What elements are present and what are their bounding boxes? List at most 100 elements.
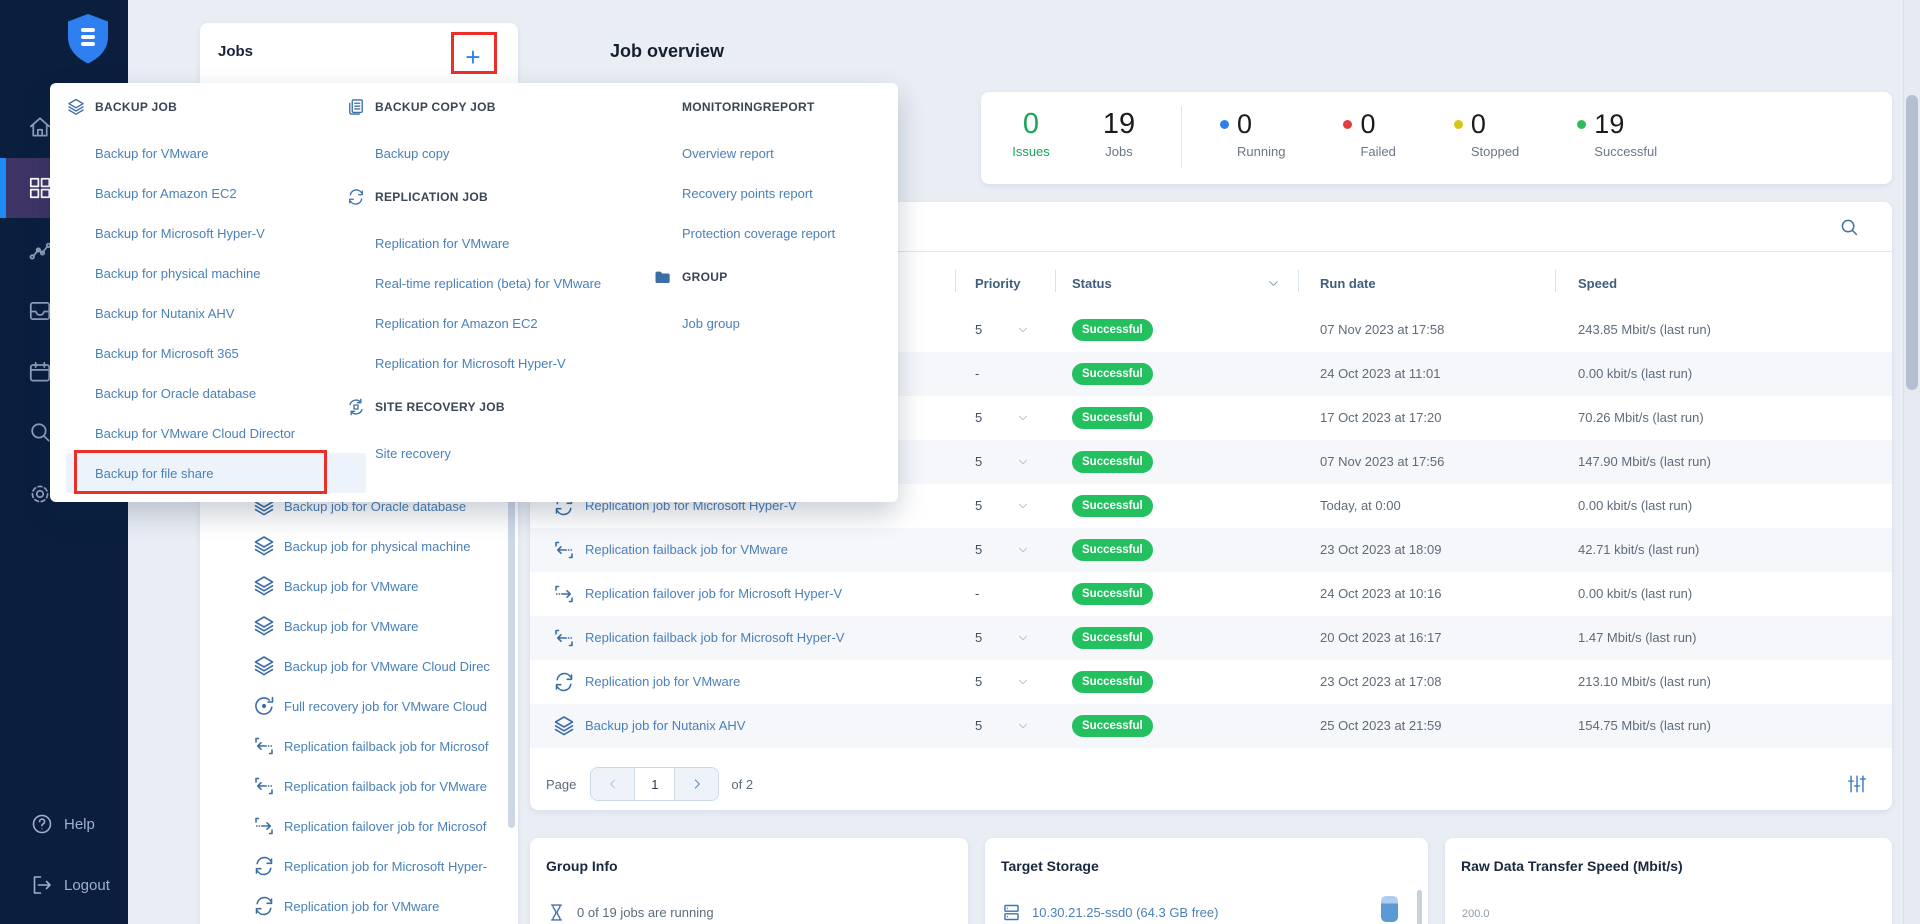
column-header-speed[interactable]: Speed <box>1578 276 1617 291</box>
menu-item-backup-for-microsoft-hyper-v[interactable]: Backup for Microsoft Hyper-V <box>66 213 366 253</box>
job-name-link[interactable]: Replication job for VMware <box>284 899 504 914</box>
table-row[interactable]: Backup job for Nutanix AHV5Successful25 … <box>530 704 1892 748</box>
column-header-status[interactable]: Status <box>1072 276 1112 291</box>
search-icon[interactable] <box>1838 216 1860 238</box>
job-name-link[interactable]: Backup job for VMware <box>284 619 504 634</box>
job-name-link[interactable]: Backup job for VMware Cloud Direc <box>284 659 504 674</box>
job-name-link[interactable]: Replication failback job for VMware <box>284 779 504 794</box>
table-row[interactable]: Replication failback job for VMware5Succ… <box>530 528 1892 572</box>
table-row[interactable]: Replication failback job for Microsoft H… <box>530 616 1892 660</box>
priority-chevron-down-icon[interactable] <box>1016 455 1030 469</box>
stat-value: 0 <box>1360 106 1375 142</box>
priority-chevron-down-icon[interactable] <box>1016 631 1030 645</box>
speed-value: 147.90 Mbit/s (last run) <box>1578 454 1711 469</box>
job-summary-card: 0 Issues 19 Jobs 0Running0Failed0Stopped… <box>981 92 1892 184</box>
jobs-panel-item[interactable]: Replication job for VMware <box>200 886 518 924</box>
priority-chevron-down-icon[interactable] <box>1016 411 1030 425</box>
table-row[interactable]: Replication job for VMware5Successful23 … <box>530 660 1892 704</box>
menu-item-replication-for-vmware[interactable]: Replication for VMware <box>346 223 636 263</box>
jobs-panel-item[interactable]: Backup job for physical machine <box>200 526 518 566</box>
priority-value: 5 <box>975 410 982 425</box>
job-name-link[interactable]: Replication failback job for Microsoft H… <box>585 630 844 645</box>
jobs-panel-item[interactable]: Full recovery job for VMware Cloud <box>200 686 518 726</box>
page-label: Page <box>546 777 576 792</box>
stat-label: Successful <box>1594 144 1657 159</box>
status-filter-chevron-down-icon[interactable] <box>1266 276 1281 291</box>
job-name-link[interactable]: Replication job for VMware <box>585 674 740 689</box>
job-name-link[interactable]: Replication failback job for VMware <box>585 542 788 557</box>
storage-capacity-gauge <box>1381 896 1398 922</box>
menu-section-label: BACKUP COPY JOB <box>375 100 496 114</box>
run-date-value: 23 Oct 2023 at 17:08 <box>1320 674 1441 689</box>
menu-item-protection-coverage-report[interactable]: Protection coverage report <box>653 213 883 253</box>
menu-item-backup-for-physical-machine[interactable]: Backup for physical machine <box>66 253 366 293</box>
menu-item-backup-for-amazon-ec2[interactable]: Backup for Amazon EC2 <box>66 173 366 213</box>
status-badge: Successful <box>1072 319 1153 341</box>
failover-job-icon <box>252 814 276 838</box>
previous-page-button[interactable] <box>591 768 634 800</box>
menu-item-backup-for-file-share[interactable]: Backup for file share <box>66 453 366 493</box>
jobs-panel-item[interactable]: Backup job for VMware <box>200 606 518 646</box>
menu-item-label: Backup for file share <box>95 466 214 481</box>
speed-value: 42.71 kbit/s (last run) <box>1578 542 1699 557</box>
filter-icon[interactable] <box>1846 773 1868 795</box>
column-header-priority[interactable]: Priority <box>975 276 1021 291</box>
job-name-link[interactable]: Replication failback job for Microsof <box>284 739 504 754</box>
jobs-panel-item[interactable]: Replication failover job for Microsof <box>200 806 518 846</box>
menu-item-backup-for-vmware[interactable]: Backup for VMware <box>66 133 366 173</box>
menu-item-label: Backup for Microsoft Hyper-V <box>95 226 265 241</box>
column-header-run-date[interactable]: Run date <box>1320 276 1376 291</box>
job-name-link[interactable]: Backup job for VMware <box>284 579 504 594</box>
help-button[interactable]: Help <box>0 804 128 844</box>
page-number-input[interactable] <box>634 768 675 800</box>
menu-item-label: Backup for Nutanix AHV <box>95 306 234 321</box>
jobs-panel-item[interactable]: Replication job for Microsoft Hyper- <box>200 846 518 886</box>
jobs-panel-item[interactable]: Backup job for VMware Cloud Direc <box>200 646 518 686</box>
menu-item-job-group[interactable]: Job group <box>653 303 883 343</box>
job-name-link[interactable]: Full recovery job for VMware Cloud <box>284 699 504 714</box>
stat-issues: 0 Issues <box>995 106 1067 159</box>
logout-button[interactable]: Logout <box>0 865 128 905</box>
window-scrollbar-track[interactable] <box>1903 0 1920 924</box>
menu-item-backup-for-nutanix-ahv[interactable]: Backup for Nutanix AHV <box>66 293 366 333</box>
job-name-link[interactable]: Backup job for Nutanix AHV <box>585 718 745 733</box>
jobs-panel-item[interactable]: Backup job for VMware <box>200 566 518 606</box>
storage-item-link[interactable]: 10.30.21.25-ssd0 (64.3 GB free) <box>1032 905 1218 920</box>
menu-item-overview-report[interactable]: Overview report <box>653 133 883 173</box>
menu-item-real-time-replication-beta-for-vmware[interactable]: Real-time replication (beta) for VMware <box>346 263 636 303</box>
priority-chevron-down-icon[interactable] <box>1016 719 1030 733</box>
storage-icon <box>1001 902 1022 923</box>
next-page-button[interactable] <box>675 768 718 800</box>
priority-chevron-down-icon[interactable] <box>1016 323 1030 337</box>
status-badge: Successful <box>1072 583 1153 605</box>
menu-item-backup-for-vmware-cloud-director[interactable]: Backup for VMware Cloud Director <box>66 413 366 453</box>
menu-item-backup-for-microsoft-365[interactable]: Backup for Microsoft 365 <box>66 333 366 373</box>
window-scrollbar-thumb[interactable] <box>1906 95 1918 390</box>
menu-item-label: Recovery points report <box>682 186 813 201</box>
table-row[interactable]: Replication failover job for Microsoft H… <box>530 572 1892 616</box>
menu-section-site-recovery-job: SITE RECOVERY JOB <box>346 387 636 427</box>
add-job-button[interactable]: + <box>455 39 491 75</box>
menu-item-replication-for-amazon-ec2[interactable]: Replication for Amazon EC2 <box>346 303 636 343</box>
jobs-panel-item[interactable]: Replication failback job for VMware <box>200 766 518 806</box>
priority-chevron-down-icon[interactable] <box>1016 499 1030 513</box>
storage-panel-scrollbar[interactable] <box>1417 890 1422 924</box>
backup-job-icon <box>252 574 276 598</box>
job-name-link[interactable]: Replication failover job for Microsoft H… <box>585 586 842 601</box>
job-name-link[interactable]: Backup job for physical machine <box>284 539 504 554</box>
jobs-panel-scrollbar[interactable] <box>508 488 515 828</box>
menu-item-backup-copy[interactable]: Backup copy <box>346 133 636 173</box>
menu-item-recovery-points-report[interactable]: Recovery points report <box>653 173 883 213</box>
menu-item-replication-for-microsoft-hyper-v[interactable]: Replication for Microsoft Hyper-V <box>346 343 636 383</box>
run-date-value: 20 Oct 2023 at 16:17 <box>1320 630 1441 645</box>
priority-chevron-down-icon[interactable] <box>1016 675 1030 689</box>
help-label: Help <box>64 816 95 833</box>
job-name-link[interactable]: Replication job for Microsoft Hyper- <box>284 859 504 874</box>
job-name-link[interactable]: Replication failover job for Microsof <box>284 819 504 834</box>
menu-item-site-recovery[interactable]: Site recovery <box>346 433 636 473</box>
priority-chevron-down-icon[interactable] <box>1016 543 1030 557</box>
status-badge: Successful <box>1072 407 1153 429</box>
menu-item-backup-for-oracle-database[interactable]: Backup for Oracle database <box>66 373 366 413</box>
jobs-panel-item[interactable]: Replication failback job for Microsof <box>200 726 518 766</box>
stats-divider <box>1181 106 1182 168</box>
